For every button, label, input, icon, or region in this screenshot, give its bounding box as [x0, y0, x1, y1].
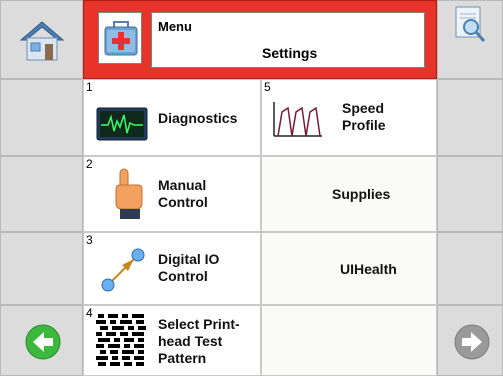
back-arrow-icon — [25, 324, 61, 360]
search-document-icon — [455, 6, 486, 42]
digital-io-icon — [101, 248, 145, 292]
digital-io-control-button[interactable]: 3 Digital IO Control — [83, 232, 261, 305]
back-button[interactable] — [0, 305, 83, 376]
empty-cell — [261, 305, 437, 376]
manual-control-button[interactable]: 2 Manual Control — [83, 156, 261, 232]
home-button[interactable] — [0, 0, 83, 79]
menu-button[interactable] — [98, 12, 142, 64]
button-label: Manual Control — [158, 177, 208, 210]
side-cell-r1 — [437, 79, 503, 156]
pointing-hand-icon — [115, 168, 143, 219]
forward-arrow-icon — [454, 324, 490, 360]
button-label: UIHealth — [340, 261, 397, 277]
supplies-button[interactable]: Supplies — [261, 156, 437, 232]
button-number: 1 — [86, 80, 93, 94]
button-label: Supplies — [332, 186, 391, 202]
button-label: Speed Profile — [342, 100, 386, 133]
button-label: Digital IO Control — [158, 251, 220, 284]
side-cell-r2 — [437, 156, 503, 232]
forward-button[interactable] — [437, 305, 503, 376]
home-icon — [19, 21, 65, 61]
button-number: 2 — [86, 157, 93, 171]
diagnostics-button[interactable]: 1 Diagnostics — [83, 79, 261, 156]
speed-profile-button[interactable]: 5 Speed Profile — [261, 79, 437, 156]
medical-kit-icon — [104, 21, 138, 56]
oscilloscope-icon — [96, 107, 148, 141]
button-number: 4 — [86, 306, 93, 320]
side-cell-r3 — [437, 232, 503, 305]
speed-profile-icon — [273, 102, 322, 137]
title-box: Menu Settings — [151, 12, 425, 68]
side-cell-1 — [0, 79, 83, 156]
uihealth-button[interactable]: UIHealth — [261, 232, 437, 305]
side-cell-2 — [0, 156, 83, 232]
test-pattern-icon — [94, 312, 150, 372]
page-title: Settings — [262, 45, 318, 61]
search-button[interactable] — [437, 0, 503, 79]
button-label: Select Print-head Test Pattern — [158, 316, 240, 366]
header-bar: Menu Settings — [83, 0, 437, 79]
test-pattern-button[interactable]: 4 Select Print-head Test Pattern — [83, 305, 261, 376]
button-number: 3 — [86, 233, 93, 247]
menu-label: Menu — [158, 19, 192, 34]
side-cell-3 — [0, 232, 83, 305]
button-number: 5 — [264, 80, 271, 94]
button-label: Diagnostics — [158, 110, 238, 126]
